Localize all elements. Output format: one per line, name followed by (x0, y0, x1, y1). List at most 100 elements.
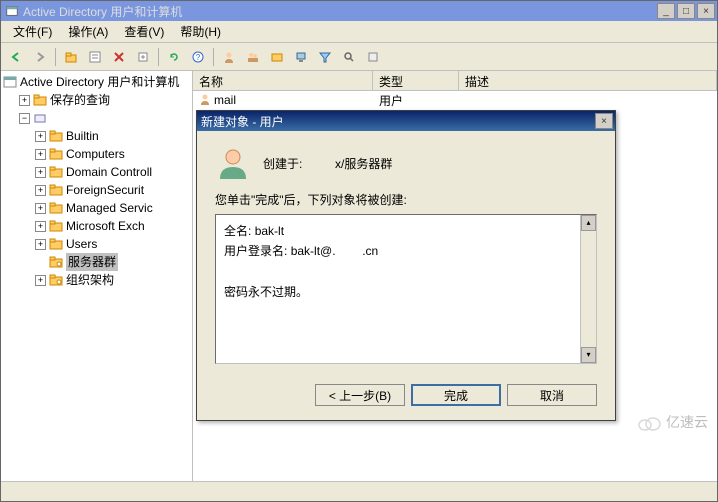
toolbar-separator (55, 48, 56, 66)
tree-computers[interactable]: + Computers (35, 145, 190, 163)
tree-label: Domain Controll (66, 163, 152, 181)
tree-saved-queries[interactable]: + 保存的查询 (19, 91, 190, 109)
window-title: Active Directory 用户和计算机 (23, 3, 657, 20)
dialog-header-row: 创建于: x/服务器群 (215, 145, 597, 181)
tree-label: Users (66, 235, 97, 253)
folder-icon (49, 165, 63, 179)
expand-toggle[interactable]: + (35, 149, 46, 160)
dialog-body: 创建于: x/服务器群 您单击"完成"后，下列对象将被创建: 全名: bak-l… (197, 131, 615, 374)
summary-logon-label: 用户登录名: (224, 244, 287, 258)
expand-toggle[interactable]: + (35, 239, 46, 250)
summary-scrollbar[interactable]: ▴▾ (580, 215, 596, 363)
tree-view[interactable]: Active Directory 用户和计算机 + 保存的查询 − +Buil (3, 73, 190, 289)
col-type[interactable]: 类型 (373, 71, 459, 90)
close-button[interactable]: × (697, 3, 715, 19)
tree-ms-exchange[interactable]: + Microsoft Exch (35, 217, 190, 235)
tree-label: ForeignSecurit (66, 181, 144, 199)
new-user-dialog: 新建对象 - 用户 × 创建于: x/服务器群 您单击"完成"后，下列对象将被创… (196, 110, 616, 421)
tree-managed-service[interactable]: +Managed Servic (35, 199, 190, 217)
tree-root[interactable]: Active Directory 用户和计算机 (3, 73, 190, 91)
tree-root-label: Active Directory 用户和计算机 (20, 73, 179, 91)
menu-help[interactable]: 帮助(H) (172, 21, 229, 42)
tree-label: Microsoft Exch (66, 217, 145, 235)
list-header: 名称 类型 描述 (193, 71, 717, 91)
new-group-button[interactable] (242, 46, 264, 68)
new-user-button[interactable] (218, 46, 240, 68)
dialog-button-row: < 上一步(B) 完成 取消 (197, 374, 615, 420)
expand-toggle[interactable]: + (35, 185, 46, 196)
summary-password: 密码永不过期。 (224, 285, 308, 299)
toolbar-separator (213, 48, 214, 66)
user-large-icon (215, 145, 251, 181)
status-bar (1, 481, 717, 501)
folder-icon (49, 237, 63, 251)
tree-domain[interactable]: − (19, 109, 190, 127)
tree-panel: Active Directory 用户和计算机 + 保存的查询 − +Buil (1, 71, 193, 481)
find-button[interactable] (338, 46, 360, 68)
tree-org-structure[interactable]: + 组织架构 (35, 271, 190, 289)
tree-domain-controllers[interactable]: + Domain Controll (35, 163, 190, 181)
cell-desc (459, 99, 717, 101)
dialog-title-bar[interactable]: 新建对象 - 用户 × (197, 111, 615, 131)
toolbar-separator (158, 48, 159, 66)
ou-icon (49, 273, 63, 287)
help-button[interactable]: ? (187, 46, 209, 68)
tree-label: 组织架构 (66, 271, 114, 289)
dialog-title: 新建对象 - 用户 (201, 113, 595, 130)
expand-toggle[interactable]: + (35, 131, 46, 142)
properties-button[interactable] (84, 46, 106, 68)
forward-button[interactable] (29, 46, 51, 68)
folder-icon (49, 201, 63, 215)
expand-toggle[interactable]: + (35, 221, 46, 232)
tree-builtin[interactable]: + Builtin (35, 127, 190, 145)
tree-server-group[interactable]: 服务器群 (35, 253, 190, 271)
finish-button[interactable]: 完成 (411, 384, 501, 406)
delete-button[interactable] (108, 46, 130, 68)
expand-toggle[interactable]: + (35, 167, 46, 178)
export-button[interactable] (132, 46, 154, 68)
tool-button[interactable] (362, 46, 384, 68)
maximize-button[interactable]: □ (677, 3, 695, 19)
col-desc[interactable]: 描述 (459, 71, 717, 90)
domain-icon (33, 111, 47, 125)
up-button[interactable] (60, 46, 82, 68)
cell-name: mail (193, 92, 373, 109)
folder-icon (49, 147, 63, 161)
expand-toggle[interactable]: + (35, 275, 46, 286)
cancel-button[interactable]: 取消 (507, 384, 597, 406)
tree-label: Builtin (66, 127, 99, 145)
tree-foreign-security[interactable]: + ForeignSecurit (35, 181, 190, 199)
ad-root-icon (3, 75, 17, 89)
menu-view[interactable]: 查看(V) (116, 21, 172, 42)
new-ou-button[interactable] (266, 46, 288, 68)
col-name[interactable]: 名称 (193, 71, 373, 90)
summary-fullname: bak-lt (255, 224, 284, 238)
scroll-down-button[interactable]: ▾ (581, 347, 596, 363)
summary-fullname-label: 全名: (224, 224, 251, 238)
folder-icon (33, 93, 47, 107)
filter-button[interactable] (314, 46, 336, 68)
menu-file[interactable]: 文件(F) (5, 21, 60, 42)
refresh-button[interactable] (163, 46, 185, 68)
list-row[interactable]: mail 用户 (193, 91, 717, 109)
minimize-button[interactable]: _ (657, 3, 675, 19)
dialog-close-button[interactable]: × (595, 113, 613, 129)
new-computer-button[interactable] (290, 46, 312, 68)
toolbar: ? (1, 43, 717, 71)
folder-icon (49, 183, 63, 197)
tree-label: 保存的查询 (50, 91, 110, 109)
scroll-up-button[interactable]: ▴ (581, 215, 596, 231)
back-button[interactable]: < 上一步(B) (315, 384, 405, 406)
ou-icon (49, 255, 63, 269)
summary-textarea[interactable]: 全名: bak-lt 用户登录名: bak-lt@. .cn 密码永不过期。▴▾ (215, 214, 597, 364)
expand-toggle[interactable]: + (35, 203, 46, 214)
menu-bar: 文件(F) 操作(A) 查看(V) 帮助(H) (1, 21, 717, 43)
created-in-path: x/服务器群 (335, 155, 392, 172)
tree-label: 服务器群 (66, 253, 118, 271)
collapse-toggle[interactable]: − (19, 113, 30, 124)
tree-users[interactable]: + Users (35, 235, 190, 253)
menu-action[interactable]: 操作(A) (60, 21, 116, 42)
expand-toggle[interactable]: + (19, 95, 30, 106)
back-button[interactable] (5, 46, 27, 68)
tree-label: Computers (66, 145, 125, 163)
